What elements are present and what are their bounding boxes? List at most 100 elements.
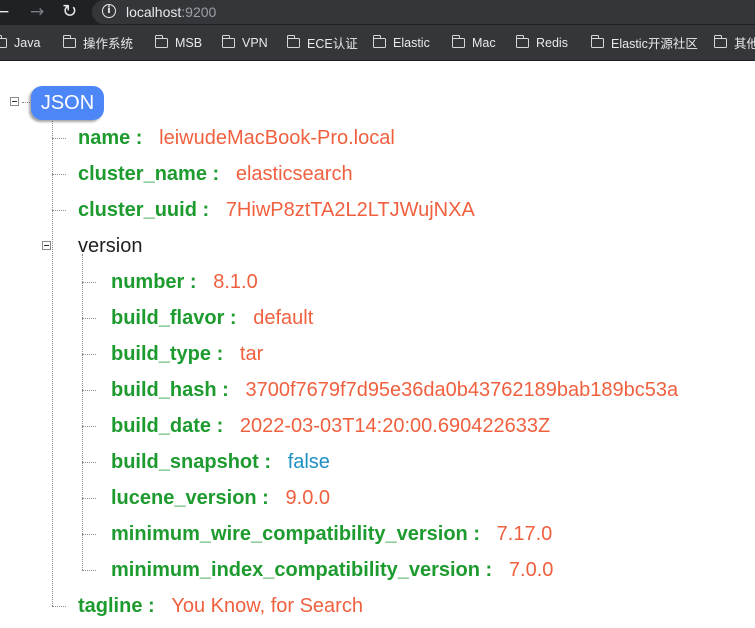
bookmark-elastic[interactable]: Elastic bbox=[372, 34, 430, 51]
bookmark-java[interactable]: Java bbox=[0, 34, 40, 51]
folder-icon bbox=[0, 34, 7, 48]
bookmark-label: Redis bbox=[536, 35, 568, 50]
folder-icon bbox=[515, 34, 529, 48]
tree-row-tagline: tagline : You Know, for Search bbox=[78, 595, 363, 617]
tree-row-build-snapshot: build_snapshot : false bbox=[111, 451, 330, 473]
tree-key: build_type bbox=[111, 343, 212, 365]
tree-connector bbox=[82, 318, 96, 319]
tree-row-version[interactable]: version bbox=[78, 232, 142, 260]
bookmark-msb[interactable]: MSB bbox=[154, 34, 203, 51]
tree-value-string: tar bbox=[239, 343, 264, 365]
folder-icon bbox=[154, 34, 168, 48]
bookmark-label: ECE认证 bbox=[307, 37, 358, 51]
tree-connector bbox=[52, 210, 66, 211]
tree-value-string: 8.1.0 bbox=[213, 271, 258, 293]
address-bar[interactable]: i localhost:9200 bbox=[92, 0, 755, 24]
tree-key: build_hash bbox=[111, 379, 217, 401]
tree-value-string: default bbox=[253, 307, 314, 329]
bookmark-label: Elastic bbox=[393, 35, 430, 50]
tree-value-string: 7.17.0 bbox=[496, 523, 553, 545]
tree-connector bbox=[52, 606, 66, 607]
bookmark-ece[interactable]: ECE认证 bbox=[286, 34, 358, 51]
folder-icon bbox=[451, 34, 465, 48]
tree-value-boolean: false bbox=[287, 451, 330, 473]
tree-value-string: 3700f7679f7d95e36da0b43762189bab189bc53a bbox=[245, 379, 679, 401]
tree-value-string: You Know, for Search bbox=[171, 595, 363, 617]
bookmark-label: 其他 bbox=[734, 37, 755, 51]
info-icon[interactable]: i bbox=[102, 4, 116, 18]
tree-connector bbox=[52, 174, 66, 175]
tree-value-string: 9.0.0 bbox=[285, 487, 330, 509]
tree-row-name: name : leiwudeMacBook-Pro.local bbox=[78, 127, 395, 149]
reload-icon[interactable]: ↻ bbox=[62, 1, 77, 23]
tree-value-string: 2022-03-03T14:20:00.690422633Z bbox=[239, 415, 551, 437]
collapse-toggle-version[interactable] bbox=[42, 241, 51, 250]
root-node-json[interactable]: JSON bbox=[31, 86, 104, 120]
tree-key: build_flavor bbox=[111, 307, 225, 329]
bookmark-os[interactable]: 操作系统 bbox=[62, 34, 134, 51]
tree-row-min-wire-compat: minimum_wire_compatibility_version : 7.1… bbox=[111, 523, 553, 545]
folder-icon bbox=[286, 34, 300, 48]
url-host: localhost bbox=[126, 4, 182, 20]
bookmark-mac[interactable]: Mac bbox=[451, 34, 496, 51]
bookmark-label: Mac bbox=[472, 35, 496, 50]
tree-connector bbox=[82, 570, 96, 571]
forward-icon[interactable]: → bbox=[30, 1, 44, 23]
folder-icon bbox=[221, 34, 235, 48]
json-tree: JSON name : leiwudeMacBook-Pro.local clu… bbox=[0, 60, 755, 628]
tree-connector bbox=[82, 282, 96, 283]
collapse-toggle-root[interactable] bbox=[10, 97, 19, 106]
folder-icon bbox=[62, 34, 76, 48]
url-text[interactable]: localhost:9200 bbox=[126, 3, 216, 21]
tree-connector bbox=[52, 118, 53, 606]
tree-row-min-index-compat: minimum_index_compatibility_version : 7.… bbox=[111, 559, 554, 581]
tree-connector bbox=[82, 534, 96, 535]
folder-icon bbox=[713, 34, 727, 48]
bookmark-other[interactable]: 其他 bbox=[713, 34, 755, 51]
tree-row-number: number : 8.1.0 bbox=[111, 271, 258, 293]
tree-value-string: 7HiwP8ztTA2L2LTJWujNXA bbox=[225, 199, 475, 221]
tree-value-string: elasticsearch bbox=[235, 163, 353, 185]
tree-connector bbox=[82, 354, 96, 355]
tree-key: build_snapshot bbox=[111, 451, 259, 473]
bookmark-elastic-community[interactable]: Elastic开源社区 bbox=[590, 34, 698, 51]
tree-key: number bbox=[111, 271, 185, 293]
tree-key: tagline bbox=[78, 595, 143, 617]
tree-row-build-date: build_date : 2022-03-03T14:20:00.6904226… bbox=[111, 415, 551, 437]
tree-value-string: leiwudeMacBook-Pro.local bbox=[159, 127, 395, 149]
tree-key: name bbox=[78, 127, 131, 149]
tree-connector bbox=[82, 390, 96, 391]
tree-key: minimum_index_compatibility_version bbox=[111, 559, 480, 581]
bookmark-vpn[interactable]: VPN bbox=[221, 34, 268, 51]
tree-row-build-flavor: build_flavor : default bbox=[111, 307, 314, 329]
tree-connector bbox=[82, 498, 96, 499]
bookmark-label: VPN bbox=[242, 35, 268, 50]
tree-connector bbox=[52, 138, 66, 139]
tree-row-build-hash: build_hash : 3700f7679f7d95e36da0b437621… bbox=[111, 379, 679, 401]
bookmarks-bar: Java 操作系统 MSB VPN ECE认证 Elastic Mac Redi… bbox=[0, 25, 755, 61]
back-icon[interactable]: ← bbox=[0, 1, 9, 23]
bookmark-redis[interactable]: Redis bbox=[515, 34, 568, 51]
tree-connector bbox=[82, 462, 96, 463]
tree-connector bbox=[22, 102, 30, 103]
bookmark-label: MSB bbox=[175, 35, 203, 50]
tree-row-cluster-uuid: cluster_uuid : 7HiwP8ztTA2L2LTJWujNXA bbox=[78, 199, 475, 221]
folder-icon bbox=[372, 34, 386, 48]
bookmark-label: Java bbox=[14, 35, 41, 50]
bookmark-label: 操作系统 bbox=[83, 37, 134, 51]
browser-toolbar: ← → ↻ i localhost:9200 bbox=[0, 0, 755, 25]
tree-row-lucene-version: lucene_version : 9.0.0 bbox=[111, 487, 330, 509]
tree-key: lucene_version bbox=[111, 487, 257, 509]
tree-object-key: version bbox=[78, 235, 143, 257]
tree-connector bbox=[82, 254, 83, 570]
tree-row-build-type: build_type : tar bbox=[111, 343, 264, 365]
tree-key: build_date bbox=[111, 415, 212, 437]
tree-key: minimum_wire_compatibility_version bbox=[111, 523, 468, 545]
tree-value-string: 7.0.0 bbox=[508, 559, 554, 581]
bookmark-label: Elastic开源社区 bbox=[611, 37, 698, 51]
url-port: :9200 bbox=[181, 4, 217, 20]
tree-connector bbox=[82, 426, 96, 427]
folder-icon bbox=[590, 34, 604, 48]
tree-key: cluster_uuid bbox=[78, 199, 197, 221]
tree-row-cluster-name: cluster_name : elasticsearch bbox=[78, 163, 353, 185]
